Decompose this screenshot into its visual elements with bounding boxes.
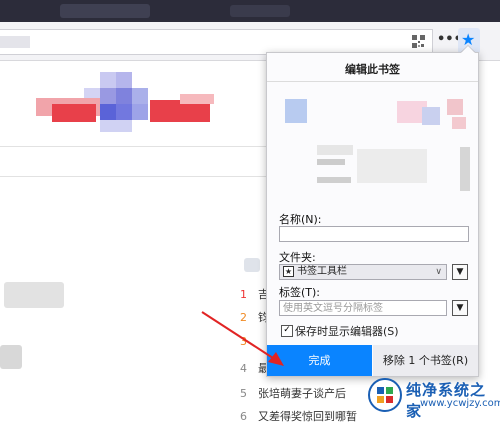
blurred-tab-secondary[interactable] [230,5,290,17]
name-label: 名称(N): [279,213,322,226]
rank-number: 5 [240,387,247,400]
watermark-logo-icon [368,378,402,412]
blurred-text [0,345,22,369]
divider [0,176,266,177]
tags-expand-button[interactable]: ▼ [452,300,468,316]
folder-label: 文件夹: [279,251,316,264]
folder-expand-button[interactable]: ▼ [452,264,468,280]
rank-number: 1 [240,288,247,301]
tags-field[interactable]: 使用英文逗号分隔标签 [279,300,447,316]
qr-code-icon[interactable] [412,35,425,48]
panel-title: 编辑此书签 [345,63,400,76]
site-watermark: 纯净系统之家 www.ycwjzy.com [360,374,500,420]
list-item-text: 又差得奖惊回到哪暂 [258,410,357,423]
remove-bookmark-button[interactable]: 移除 1 个书签(R) [373,345,478,376]
page-actions-button[interactable]: ••• [437,31,462,49]
bookmark-folder-icon: ★ [283,266,294,277]
chevron-down-icon: ∨ [435,267,442,277]
tags-placeholder: 使用英文逗号分隔标签 [283,303,383,314]
folder-select[interactable]: ★ 书签工具栏 ∨ [279,264,447,280]
tags-label: 标签(T): [279,286,321,299]
watermark-url: www.ycwjzy.com [420,398,500,409]
folder-value: 书签工具栏 [297,266,347,277]
url-text-blurred [0,36,30,48]
annotation-arrow [201,311,284,366]
panel-arrow-inner [461,46,475,53]
tab-strip [0,0,500,22]
page-preview-thumbnail [277,87,470,199]
blurred-tab[interactable] [60,4,150,18]
divider [267,81,478,82]
name-field[interactable] [279,226,469,242]
blurred-text [4,282,64,308]
list-item[interactable]: 5 张培萌妻子谈产后 [240,385,346,401]
blurred-text [244,258,260,272]
list-item[interactable]: 6 又差得奖惊回到哪暂 [240,408,357,424]
show-editor-label: 保存时显示编辑器(S) [295,325,399,338]
rank-number: 6 [240,410,247,423]
list-item[interactable]: 1吉 [240,286,269,302]
list-item-text: 张培萌妻子谈产后 [258,387,346,400]
divider [0,146,266,147]
edit-bookmark-panel: 编辑此书签 名称(N): 文件夹: ★ 书签工具栏 ∨ ▼ 标签(T): 使用英文… [266,52,479,377]
